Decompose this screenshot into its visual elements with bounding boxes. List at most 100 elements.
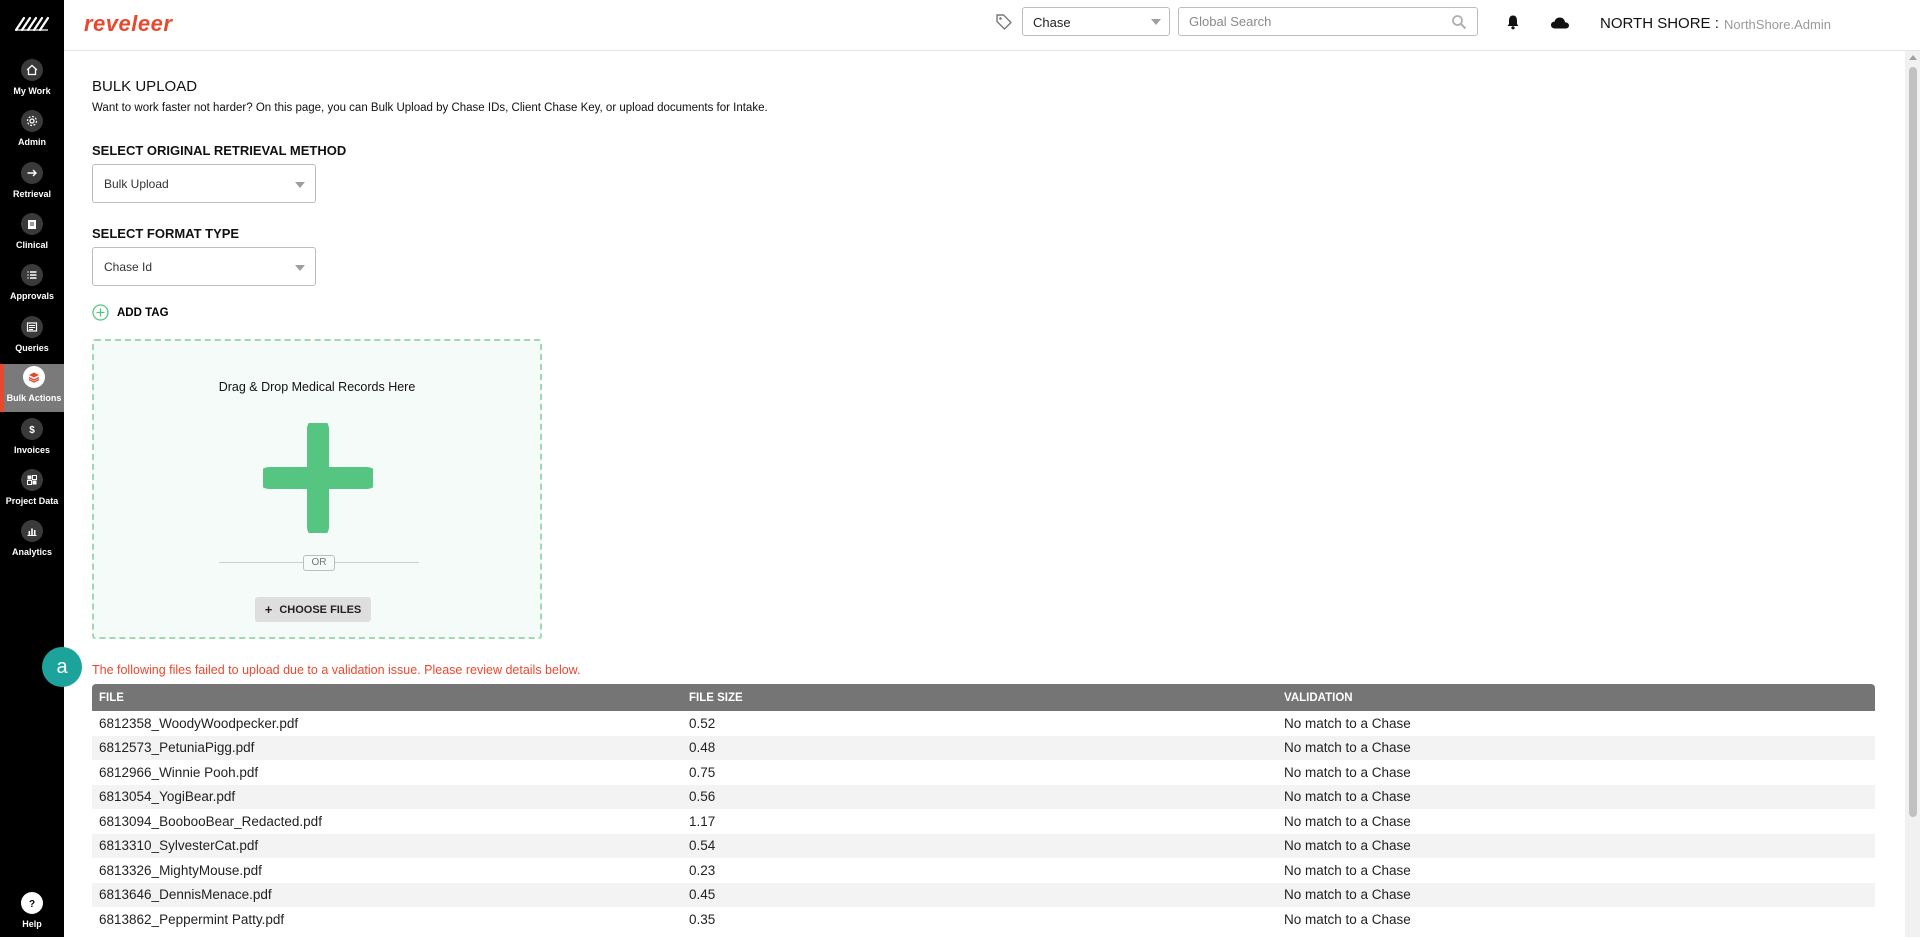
sidebar-item-label: My Work [13,86,51,96]
sidebar-item-queries[interactable]: Queries [0,314,64,364]
sidebar-item-label: Clinical [15,240,48,250]
cell-file: 6813646_DennisMenace.pdf [99,887,272,903]
arrow-right-icon [21,162,43,184]
choose-files-button[interactable]: + CHOOSE FILES [255,597,371,622]
table-row[interactable]: 6813646_DennisMenace.pdf 0.45 No match to … [92,882,1875,907]
annotation-badge: a [42,647,82,687]
app-logo-icon[interactable] [14,14,50,34]
column-header-file-size[interactable]: FILE SIZE [687,692,1282,704]
sidebar-item-label: Project Data [5,496,59,506]
sidebar-item-admin[interactable]: Admin [0,108,64,158]
cell-validation: No match to a Chase [1284,838,1411,854]
global-search-input[interactable] [1179,8,1429,35]
tag-icon[interactable] [995,13,1013,31]
bell-icon[interactable] [1505,14,1521,30]
plus-icon[interactable] [263,423,373,533]
divider [335,562,419,563]
admin-gear-icon [21,110,43,132]
cell-file: 6812358_WoodyWoodpecker.pdf [99,715,299,731]
sidebar-item-my-work[interactable]: My Work [0,57,64,107]
sidebar-item-label: Admin [18,137,46,147]
bar-chart-icon [21,520,43,542]
svg-text:?: ? [29,899,35,909]
search-icon[interactable] [1451,14,1467,30]
cell-file: 6813310_SylvesterCat.pdf [99,838,259,854]
grid-icon [21,469,43,491]
table-row[interactable]: 6813310_SylvesterCat.pdf 0.54 No match to … [92,833,1875,858]
cell-validation: No match to a Chase [1284,740,1411,756]
cell-file-size: 0.52 [689,715,716,731]
table-row[interactable]: 6813326_MightyMouse.pdf 0.23 No match to a… [92,858,1875,883]
table-body: 6812358_WoodyWoodpecker.pdf 0.52 No match … [92,711,1875,932]
upload-error-message: The following files failed to upload due… [92,663,581,677]
retrieval-method-label: SELECT ORIGINAL RETRIEVAL METHOD [92,143,347,158]
format-type-select[interactable]: Chase Id [92,247,316,286]
page-title: BULK UPLOAD [92,78,198,95]
table-row[interactable]: 6812573_PetuniaPigg.pdf 0.48 No match to a… [92,735,1875,760]
add-tag-button[interactable]: ADD TAG [92,304,169,321]
cell-file: 6813326_MightyMouse.pdf [99,862,262,878]
brand-logo[interactable]: reveleer [84,11,172,37]
search-entity-select[interactable]: Chase [1022,7,1170,36]
page-description: Want to work faster not harder? On this … [92,102,768,114]
home-icon [21,59,43,81]
cell-file-size: 0.54 [689,838,716,854]
cell-file: 6812966_Winnie Pooh.pdf [99,764,259,780]
table-row[interactable]: 6813054_YogiBear.pdf 0.56 No match to a Ch… [92,784,1875,809]
cell-file-size: 1.17 [689,813,716,829]
search-entity-value: Chase [1033,15,1071,30]
column-header-validation[interactable]: VALIDATION [1282,692,1875,704]
cell-validation: No match to a Chase [1284,764,1411,780]
sidebar-item-approvals[interactable]: Approvals [0,262,64,312]
choose-files-label: CHOOSE FILES [279,603,362,616]
sidebar-item-label: Approvals [9,291,54,301]
failed-files-table: FILE FILE SIZE VALIDATION 6812358_WoodyW… [92,684,1875,932]
page-scrollbar[interactable] [1905,51,1920,937]
dollar-icon: $ [21,418,43,440]
sidebar-item-project-data[interactable]: Project Data [0,467,64,517]
sidebar-item-help[interactable]: ? Help [0,890,64,940]
sidebar-item-label: Queries [15,343,49,353]
scrollbar-thumb[interactable] [1909,67,1917,817]
list-icon [21,264,43,286]
table-row[interactable]: 6812966_Winnie Pooh.pdf 0.75 No match to a… [92,760,1875,785]
cell-file-size: 0.45 [689,887,716,903]
cell-file: 6813094_BoobooBear_Redacted.pdf [99,813,322,829]
cell-validation: No match to a Chase [1284,789,1411,805]
global-search[interactable] [1178,7,1478,36]
cell-file: 6813862_Peppermint Patty.pdf [99,911,285,927]
cell-validation: No match to a Chase [1284,862,1411,878]
table-row[interactable]: 6813094_BoobooBear_Redacted.pdf 1.17 No ma… [92,809,1875,834]
divider [219,562,303,563]
or-separator: OR [303,555,335,571]
cloud-icon[interactable] [1550,15,1570,31]
sidebar-item-analytics[interactable]: Analytics [0,518,64,568]
retrieval-method-select[interactable]: Bulk Upload [92,164,316,203]
table-row[interactable]: 6813862_Peppermint Patty.pdf 0.35 No match… [92,907,1875,932]
retrieval-method-value: Bulk Upload [104,177,169,191]
cell-validation: No match to a Chase [1284,911,1411,927]
file-dropzone[interactable]: Drag & Drop Medical Records Here OR + CH… [92,339,542,639]
scroll-up-icon[interactable] [1909,55,1917,60]
sidebar-item-bulk-actions[interactable]: Bulk Actions [0,364,64,412]
cell-file: 6813054_YogiBear.pdf [99,789,236,805]
organization-name: NORTH SHORE : [1600,15,1719,32]
cell-validation: No match to a Chase [1284,715,1411,731]
user-name[interactable]: NorthShore.Admin [1724,17,1831,32]
plus-icon: + [264,602,273,617]
chevron-down-icon [295,265,305,271]
chevron-down-icon [1151,19,1161,25]
add-circle-icon [92,304,109,321]
clipboard-icon [21,213,43,235]
format-type-value: Chase Id [104,260,153,274]
document-icon [21,316,43,338]
layers-icon [23,366,45,388]
sidebar-item-label: Retrieval [12,189,52,199]
sidebar-item-clinical[interactable]: Clinical [0,211,64,261]
sidebar-item-invoices[interactable]: $ Invoices [0,416,64,466]
help-icon: ? [21,892,43,914]
table-row[interactable]: 6812358_WoodyWoodpecker.pdf 0.52 No match … [92,711,1875,736]
sidebar-item-retrieval[interactable]: Retrieval [0,160,64,210]
table-header: FILE FILE SIZE VALIDATION [92,684,1875,711]
column-header-file[interactable]: FILE [92,692,687,704]
